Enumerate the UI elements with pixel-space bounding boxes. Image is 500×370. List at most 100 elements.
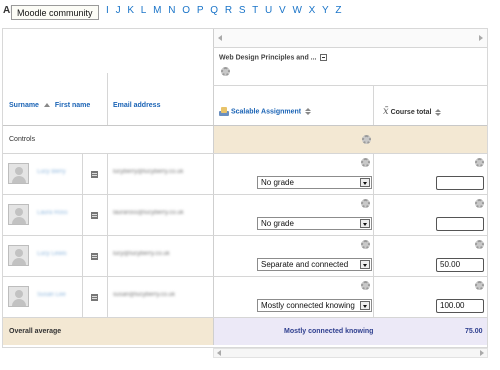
initial-letter-k[interactable]: K: [127, 5, 135, 16]
user-email: lauraross@lucyberry.co.uk: [113, 210, 184, 216]
user-name[interactable]: Lucy Lewis: [37, 251, 67, 257]
assignment-header: Scalable Assignment: [219, 107, 312, 116]
user-name[interactable]: Susan Lee: [37, 292, 66, 298]
row-divider: [213, 47, 487, 48]
gear-icon[interactable]: [361, 240, 370, 249]
mean-icon: x̄: [383, 106, 389, 117]
surname-sort-link[interactable]: Surname: [9, 102, 39, 109]
chevron-down-icon: [360, 301, 370, 310]
overall-average-row: Mostly connected knowing 75.00: [214, 318, 487, 345]
course-total-input[interactable]: [436, 176, 484, 190]
category-name: Web Design Principles and ...: [219, 54, 317, 62]
email-header: Email address: [113, 102, 160, 109]
scroll-right-icon[interactable]: [480, 350, 484, 356]
grade-select-value: No grade: [261, 178, 294, 187]
grade-select[interactable]: No grade: [257, 217, 372, 230]
initial-letter-o[interactable]: O: [182, 5, 191, 16]
user-email: susan@lucyberry.co.uk: [113, 292, 176, 298]
initial-letter-j[interactable]: J: [116, 5, 122, 16]
controls-row: [214, 126, 487, 153]
initial-letter-p[interactable]: P: [197, 5, 205, 16]
initial-letter-l[interactable]: L: [141, 5, 148, 16]
overall-average-label-cell: Overall average: [3, 318, 213, 345]
single-view-icon[interactable]: [91, 294, 98, 301]
gear-icon[interactable]: [475, 158, 484, 167]
chevron-down-icon: [360, 260, 370, 269]
overall-average-label: Overall average: [9, 328, 62, 335]
avatar[interactable]: [8, 286, 29, 307]
avatar[interactable]: [8, 163, 29, 184]
course-total-header: x̄ Course total: [383, 106, 442, 117]
table-row: Susan Lee susan@lucyberry.co.uk Mostly c…: [3, 277, 487, 317]
initial-letter-n[interactable]: N: [168, 5, 176, 16]
category-settings[interactable]: [221, 67, 230, 78]
grade-select[interactable]: No grade: [257, 176, 372, 189]
tooltip: Moodle community: [11, 5, 99, 20]
grader-table: Web Design Principles and ... Surname Fi…: [2, 28, 488, 348]
initial-letter-z[interactable]: Z: [335, 5, 342, 16]
table-row: Laura Ross lauraross@lucyberry.co.uk No …: [3, 195, 487, 235]
scroll-right-icon[interactable]: [479, 35, 483, 41]
initial-letter-u[interactable]: U: [265, 5, 273, 16]
user-email: lucy@lucyberry.co.uk: [113, 251, 170, 257]
user-email: lucyberry@lucyberry.co.uk: [113, 169, 184, 175]
chevron-down-icon: [360, 219, 370, 228]
col-divider: [107, 73, 108, 125]
controls-row-label-cell: Controls: [3, 126, 213, 153]
initial-letter-q[interactable]: Q: [210, 5, 219, 16]
initial-letter-x[interactable]: X: [309, 5, 317, 16]
initial-letter-t[interactable]: T: [252, 5, 259, 16]
sort-icon[interactable]: [435, 108, 442, 116]
gear-icon[interactable]: [475, 240, 484, 249]
collapse-icon[interactable]: [320, 54, 328, 61]
initial-letter-v[interactable]: V: [279, 5, 287, 16]
grade-select[interactable]: Mostly connected knowing: [257, 299, 372, 312]
gear-icon[interactable]: [362, 135, 371, 144]
initial-letter-r[interactable]: R: [225, 5, 233, 16]
bottom-scrollbar[interactable]: [213, 348, 488, 358]
initial-letter-y[interactable]: Y: [322, 5, 330, 16]
row-divider: [213, 85, 487, 86]
initial-letter-w[interactable]: W: [292, 5, 303, 16]
course-total-label: Course total: [390, 109, 432, 116]
sort-icon[interactable]: [305, 108, 312, 115]
course-total-input[interactable]: [436, 217, 484, 231]
gear-icon[interactable]: [475, 281, 484, 290]
top-scrollbar[interactable]: [214, 29, 487, 47]
grade-select-value: Mostly connected knowing: [261, 301, 355, 310]
name-header: Surname First name: [9, 102, 90, 109]
course-total-input[interactable]: 100.00: [436, 299, 484, 313]
grade-select-value: Separate and connected: [261, 260, 349, 269]
email-sort-link[interactable]: Email address: [113, 102, 160, 109]
assignment-link[interactable]: Scalable Assignment: [231, 108, 301, 115]
single-view-icon[interactable]: [91, 253, 98, 260]
initial-letter-i[interactable]: I: [106, 5, 110, 16]
avatar[interactable]: [8, 245, 29, 266]
avatar[interactable]: [8, 204, 29, 225]
gear-icon[interactable]: [361, 158, 370, 167]
table-row: Lucy Berry lucyberry@lucyberry.co.uk No …: [3, 154, 487, 194]
user-name[interactable]: Laura Ross: [37, 210, 68, 216]
gear-icon[interactable]: [221, 67, 230, 76]
gear-icon[interactable]: [361, 281, 370, 290]
user-name[interactable]: Lucy Berry: [37, 169, 66, 175]
single-view-icon[interactable]: [91, 171, 98, 178]
scroll-left-icon[interactable]: [217, 350, 221, 356]
single-view-icon[interactable]: [91, 212, 98, 219]
course-total-average: 75.00: [465, 328, 483, 335]
table-row: Lucy Lewis lucy@lucyberry.co.uk Separate…: [3, 236, 487, 276]
gear-icon[interactable]: [475, 199, 484, 208]
gear-icon[interactable]: [361, 199, 370, 208]
initial-letter-m[interactable]: M: [153, 5, 163, 16]
grade-select[interactable]: Separate and connected: [257, 258, 372, 271]
chevron-down-icon: [360, 178, 370, 187]
controls-label: Controls: [9, 136, 36, 143]
category-header: Web Design Principles and ...: [219, 54, 379, 66]
grade-select-value: No grade: [261, 219, 294, 228]
course-total-input[interactable]: 50.00: [436, 258, 484, 272]
scroll-left-icon[interactable]: [218, 35, 222, 41]
assignment-average: Mostly connected knowing: [284, 328, 374, 335]
sort-ascending-icon[interactable]: [43, 103, 50, 108]
initial-letter-s[interactable]: S: [239, 5, 247, 16]
first-name-sort-link[interactable]: First name: [55, 102, 90, 109]
